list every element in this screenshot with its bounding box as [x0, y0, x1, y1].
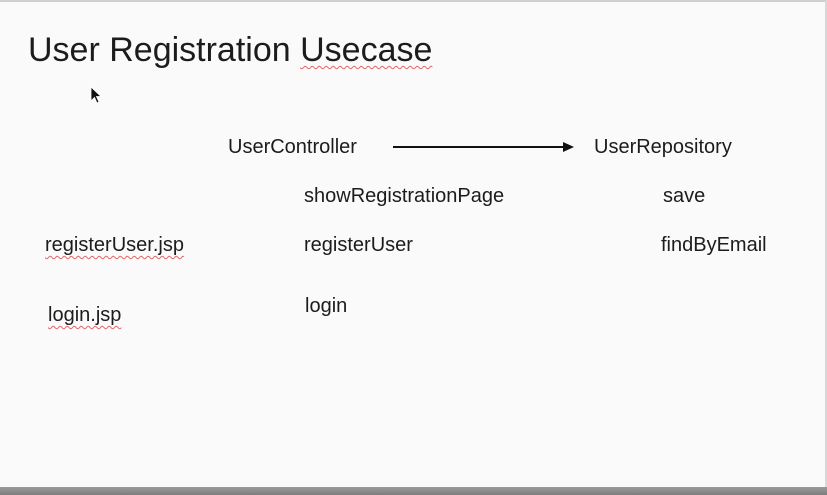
controller-method-register-user: registerUser: [304, 234, 413, 256]
user-controller-label: UserController: [228, 136, 357, 158]
repository-method-find-by-email: findByEmail: [661, 234, 767, 256]
slide-title: User Registration Usecase: [28, 30, 432, 70]
right-arrow-icon: [393, 142, 574, 152]
mouse-pointer-icon: [90, 86, 102, 104]
view-register-user-jsp: registerUser.jsp: [45, 234, 184, 256]
title-main-text: User Registration: [28, 31, 291, 69]
window-top-border: [0, 0, 827, 2]
controller-method-login: login: [305, 295, 348, 317]
controller-method-show-registration-page: showRegistrationPage: [304, 185, 505, 207]
user-repository-label: UserRepository: [594, 136, 732, 158]
title-underlined-text: Usecase: [300, 31, 433, 69]
view-login-jsp: login.jsp: [48, 304, 122, 326]
repository-method-save: save: [663, 185, 706, 207]
window-bottom-bar: [0, 487, 827, 495]
